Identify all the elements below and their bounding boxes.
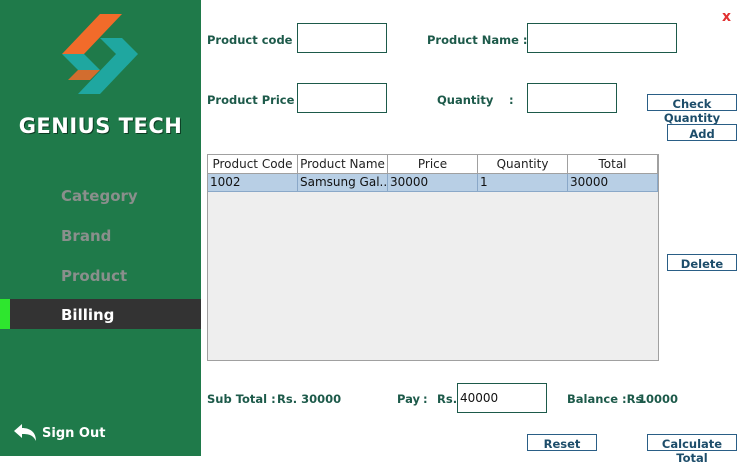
column-header[interactable]: Price bbox=[388, 155, 478, 173]
reset-button[interactable]: Reset bbox=[527, 434, 597, 451]
subtotal-value: Rs. 30000 bbox=[277, 392, 342, 406]
balance-label: Balance :Rs. bbox=[567, 392, 647, 406]
nav-active-indicator bbox=[0, 299, 10, 329]
product-code-input[interactable] bbox=[297, 23, 387, 53]
pay-currency: Rs. bbox=[437, 392, 458, 406]
column-header[interactable]: Product Name bbox=[298, 155, 388, 173]
column-header[interactable]: Product Code bbox=[208, 155, 298, 173]
product-name-input[interactable] bbox=[527, 23, 677, 53]
pay-input[interactable] bbox=[457, 383, 547, 413]
brand-title: GENIUS TECH bbox=[18, 114, 183, 138]
back-arrow-icon bbox=[14, 424, 36, 441]
balance-value: 10000 bbox=[638, 392, 679, 406]
nav-category[interactable]: Category bbox=[61, 187, 138, 205]
table-row[interactable]: 1002 Samsung Gal... 30000 1 30000 bbox=[208, 174, 658, 192]
product-code-label: Product code : bbox=[207, 33, 302, 47]
close-icon[interactable]: x bbox=[722, 9, 731, 25]
quantity-colon: : bbox=[509, 93, 514, 107]
nav-brand[interactable]: Brand bbox=[61, 227, 111, 245]
delete-button[interactable]: Delete bbox=[667, 254, 737, 271]
sign-out-button[interactable]: Sign Out bbox=[12, 423, 105, 443]
table-cell: 30000 bbox=[388, 174, 478, 191]
calculate-total-button[interactable]: Calculate Total bbox=[647, 434, 737, 465]
quantity-label: Quantity bbox=[437, 93, 494, 107]
add-button[interactable]: Add bbox=[667, 124, 737, 141]
column-header[interactable]: Total bbox=[568, 155, 658, 173]
billing-table[interactable]: Product Code Product Name Price Quantity… bbox=[207, 154, 659, 361]
pay-label: Pay bbox=[397, 392, 421, 406]
subtotal-label: Sub Total : bbox=[207, 392, 276, 406]
check-quantity-button[interactable]: Check Quantity bbox=[647, 94, 737, 125]
table-cell: 30000 bbox=[568, 174, 658, 191]
product-price-input[interactable] bbox=[297, 83, 387, 113]
quantity-input[interactable] bbox=[527, 83, 617, 113]
product-price-label: Product Price : bbox=[207, 93, 303, 107]
nav-billing[interactable]: Billing bbox=[61, 306, 114, 324]
pay-colon: : bbox=[423, 392, 428, 406]
table-cell: 1 bbox=[478, 174, 568, 191]
column-header[interactable]: Quantity bbox=[478, 155, 568, 173]
genius-tech-logo bbox=[62, 14, 138, 94]
table-cell: Samsung Gal... bbox=[300, 174, 388, 191]
table-cell: 1002 bbox=[208, 174, 298, 191]
table-header: Product Code Product Name Price Quantity… bbox=[208, 155, 658, 174]
product-name-label: Product Name : bbox=[427, 33, 528, 47]
sign-out-label: Sign Out bbox=[42, 425, 106, 441]
sidebar: GENIUS TECH Category Brand Product Billi… bbox=[0, 0, 201, 456]
nav-product[interactable]: Product bbox=[61, 267, 127, 285]
